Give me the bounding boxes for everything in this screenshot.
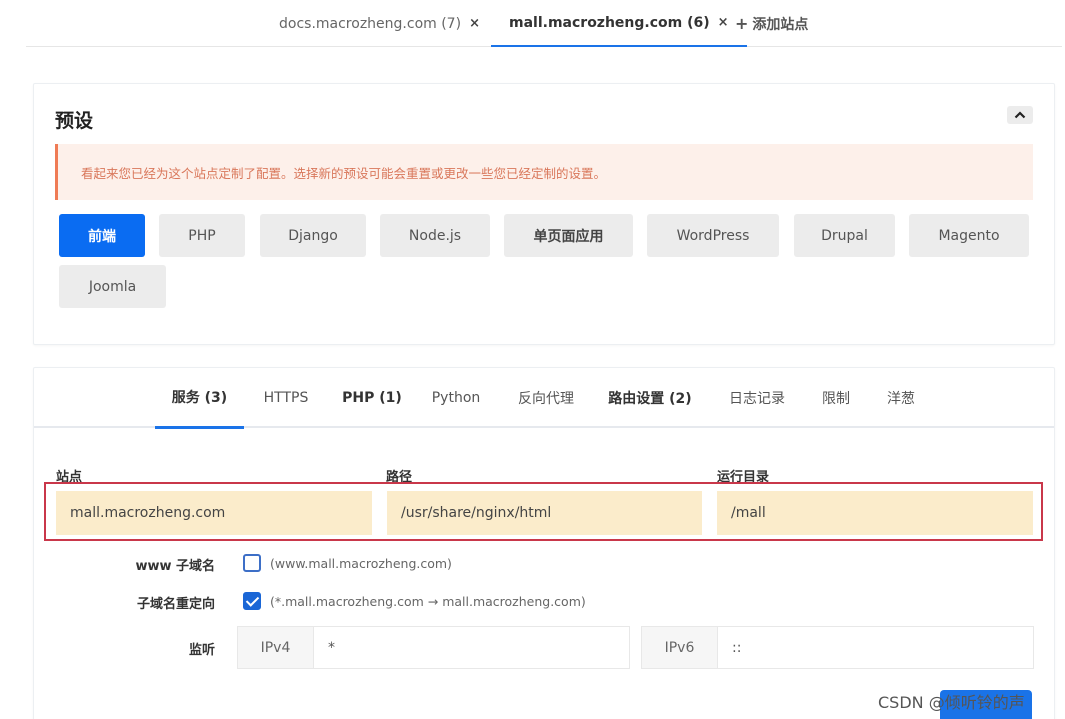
add-site-label: 添加站点: [752, 16, 809, 33]
preset-button-php[interactable]: PHP: [159, 214, 245, 257]
add-site-button[interactable]: + 添加站点: [735, 0, 808, 47]
tab-limits[interactable]: 限制: [813, 368, 859, 428]
site-tab-docs[interactable]: docs.macrozheng.com (7) ×: [279, 0, 480, 47]
ipv6-field: IPv6: [641, 626, 1034, 669]
subdomain-redirect-hint: (*.mall.macrozheng.com → mall.macrozheng…: [270, 594, 586, 609]
watermark: CSDN @倾听铃的声: [878, 693, 1025, 712]
preset-button-joomla[interactable]: Joomla: [59, 265, 166, 308]
tab-reverse-proxy[interactable]: 反向代理: [510, 368, 582, 428]
ipv6-addon: IPv6: [642, 627, 718, 668]
site-tabs: docs.macrozheng.com (7) × mall.macrozhen…: [26, 0, 1062, 47]
warning-text: 看起来您已经为这个站点定制了配置。选择新的预设可能会重置或更改一些您已经定制的设…: [81, 165, 607, 181]
chevron-up-icon: [1014, 111, 1026, 119]
www-subdomain-checkbox[interactable]: [243, 554, 261, 572]
preset-button-django[interactable]: Django: [260, 214, 366, 257]
tab-python[interactable]: Python: [423, 368, 489, 428]
preset-warning: 看起来您已经为这个站点定制了配置。选择新的预设可能会重置或更改一些您已经定制的设…: [55, 144, 1033, 200]
site-tab-mall[interactable]: mall.macrozheng.com (6) ×: [491, 0, 747, 47]
config-tabs: 服务 (3) HTTPS PHP (1) Python 反向代理 路由设置 (2…: [34, 368, 1054, 429]
tab-onion[interactable]: 洋葱: [878, 368, 924, 428]
close-icon[interactable]: ×: [469, 16, 480, 31]
preset-button-magento[interactable]: Magento: [909, 214, 1029, 257]
preset-title: 预设: [55, 110, 94, 132]
preset-card: 预设 看起来您已经为这个站点定制了配置。选择新的预设可能会重置或更改一些您已经定…: [33, 83, 1055, 345]
preset-button-frontend[interactable]: 前端: [59, 214, 145, 257]
listen-label: 监听: [188, 643, 215, 658]
site-tab-label: docs.macrozheng.com (7): [279, 15, 462, 32]
tab-php[interactable]: PHP (1): [339, 368, 405, 428]
config-card: 服务 (3) HTTPS PHP (1) Python 反向代理 路由设置 (2…: [33, 367, 1055, 719]
ipv4-field: IPv4: [237, 626, 630, 669]
tab-logging[interactable]: 日志记录: [721, 368, 793, 428]
plus-icon: +: [735, 14, 749, 33]
subdomain-redirect-checkbox[interactable]: [243, 592, 261, 610]
preset-button-wordpress[interactable]: WordPress: [647, 214, 779, 257]
site-tab-label: mall.macrozheng.com (6): [509, 14, 710, 31]
preset-button-nodejs[interactable]: Node.js: [380, 214, 490, 257]
preset-button-drupal[interactable]: Drupal: [794, 214, 895, 257]
collapse-button[interactable]: [1007, 106, 1033, 124]
path-input[interactable]: [387, 491, 702, 535]
ipv4-addon: IPv4: [238, 627, 314, 668]
close-icon[interactable]: ×: [718, 15, 729, 30]
tab-https[interactable]: HTTPS: [253, 368, 319, 428]
www-subdomain-hint: (www.mall.macrozheng.com): [270, 556, 452, 571]
www-subdomain-label: www 子域名: [135, 559, 215, 574]
root-input[interactable]: [717, 491, 1033, 535]
ipv4-input[interactable]: [314, 627, 629, 668]
tab-service[interactable]: 服务 (3): [155, 368, 244, 429]
subdomain-redirect-label: 子域名重定向: [136, 597, 215, 612]
preset-button-spa[interactable]: 单页面应用: [504, 214, 633, 257]
tab-routing[interactable]: 路由设置 (2): [605, 368, 695, 428]
site-input[interactable]: [56, 491, 372, 535]
ipv6-input[interactable]: [718, 627, 1033, 668]
